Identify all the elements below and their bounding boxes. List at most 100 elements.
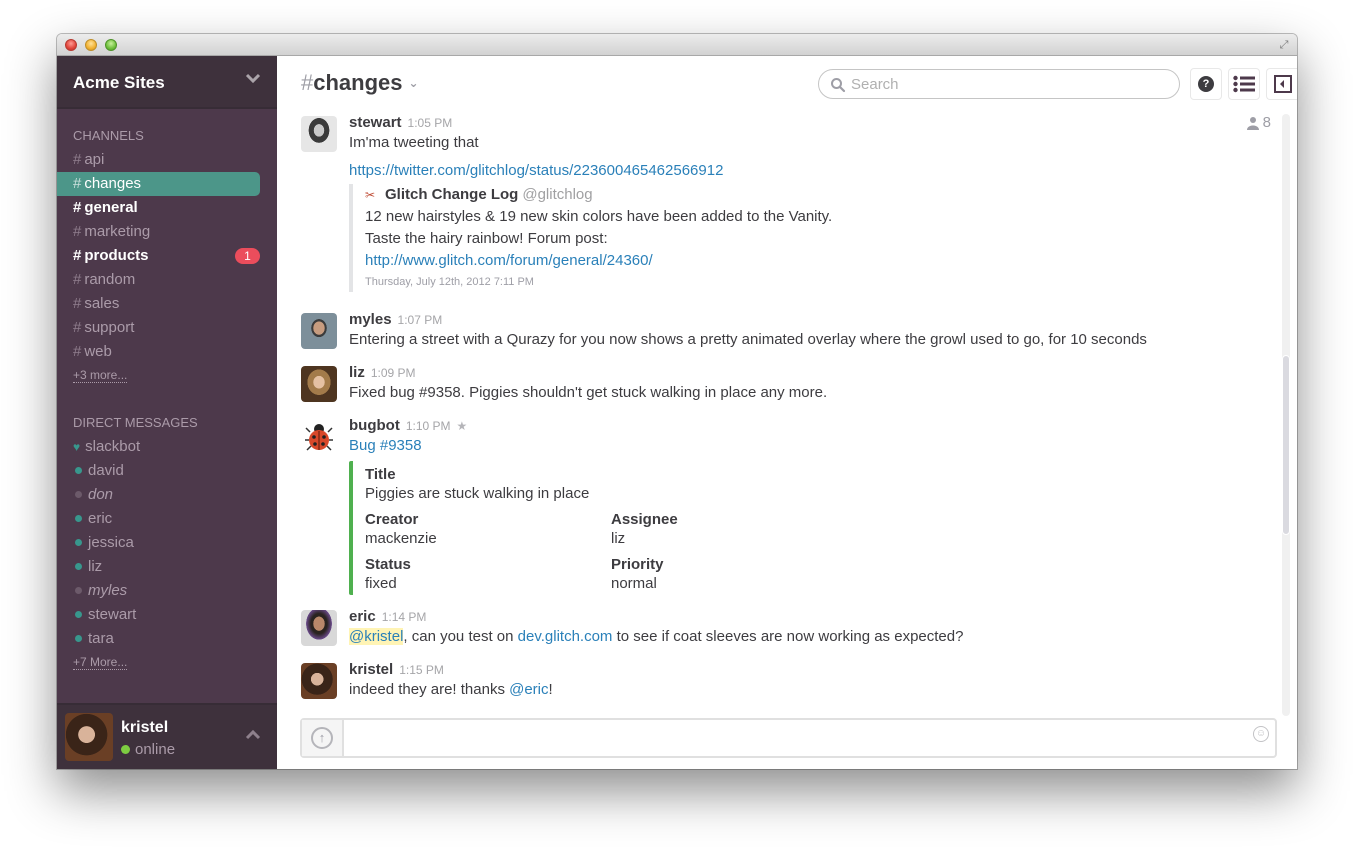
mention-eric[interactable]: @eric	[509, 681, 548, 698]
message-sender[interactable]: stewart	[349, 114, 402, 131]
attachment-author[interactable]: Glitch Change Log	[385, 186, 518, 203]
mention-kristel[interactable]: @kristel	[349, 628, 404, 645]
message-text-part: indeed they are! thanks	[349, 681, 510, 698]
toggle-flexpane-button[interactable]	[1266, 68, 1297, 100]
channel-name: marketing	[84, 223, 151, 240]
fullscreen-arrows-icon[interactable]: ⤢	[1277, 38, 1291, 52]
hash-icon: #	[73, 295, 82, 312]
forum-link[interactable]: http://www.glitch.com/forum/general/2436…	[365, 252, 653, 269]
message-timestamp[interactable]: 1:07 PM	[398, 313, 443, 327]
sidebar-item-support[interactable]: # support	[57, 316, 260, 340]
presence-away-icon	[75, 587, 82, 594]
chevron-up-icon[interactable]	[245, 727, 261, 748]
avatar-kristel[interactable]	[301, 663, 337, 699]
avatar-stewart[interactable]	[301, 116, 337, 152]
search-box[interactable]	[818, 69, 1180, 99]
field-label-title: Title	[365, 466, 396, 483]
attachment-footer: Thursday, July 12th, 2012 7:11 PM	[365, 276, 534, 288]
sidebar-item-sales[interactable]: # sales	[57, 292, 260, 316]
bug-link[interactable]: Bug #9358	[349, 437, 422, 454]
app-window: ⤢ Acme Sites CHANNELS # api # changes # gen…	[57, 34, 1297, 769]
dm-name: liz	[88, 558, 103, 575]
hash-icon: #	[73, 175, 82, 192]
sidebar-item-api[interactable]: # api	[57, 148, 260, 172]
dm-name: tara	[88, 630, 114, 647]
title-bar: ⤢	[57, 34, 1297, 56]
user-menu[interactable]: kristel online	[57, 703, 277, 769]
dm-item-eric[interactable]: eric	[57, 507, 277, 531]
more-channels-link[interactable]: +3 more...	[73, 368, 128, 383]
upload-arrow-icon: ↑	[311, 727, 333, 749]
message-input[interactable]	[350, 726, 1200, 750]
avatar-liz[interactable]	[301, 366, 337, 402]
field-label-creator: Creator	[365, 511, 419, 528]
message-sender[interactable]: kristel	[349, 661, 393, 678]
dm-item-tara[interactable]: tara	[57, 627, 277, 651]
message-timestamp[interactable]: 1:10 PM	[406, 419, 451, 433]
dm-item-david[interactable]: david	[57, 459, 277, 483]
search-input[interactable]	[851, 74, 1161, 94]
dm-item-myles[interactable]: myles	[57, 579, 277, 603]
message-timestamp[interactable]: 1:15 PM	[399, 663, 444, 677]
user-status-text: online	[135, 741, 176, 758]
message-sender[interactable]: bugbot	[349, 417, 400, 434]
dm-item-stewart[interactable]: stewart	[57, 603, 277, 627]
sidebar-item-general[interactable]: # general	[57, 196, 260, 220]
message-sender[interactable]: myles	[349, 311, 392, 328]
message-timestamp[interactable]: 1:05 PM	[408, 116, 453, 130]
channel-name: random	[84, 271, 136, 288]
tweet-link[interactable]: https://twitter.com/glitchlog/status/223…	[349, 162, 723, 179]
window-minimize-button[interactable]	[85, 39, 97, 51]
sidebar: Acme Sites CHANNELS # api # changes # gener…	[57, 56, 277, 769]
dm-item-liz[interactable]: liz	[57, 555, 277, 579]
dm-item-jessica[interactable]: jessica	[57, 531, 277, 555]
attachment-handle[interactable]: @glitchlog	[522, 186, 592, 203]
chevron-down-icon[interactable]: ⌄	[409, 76, 419, 90]
message: stewart 1:05 PM Im'ma tweeting that https…	[301, 114, 1261, 292]
dev-glitch-link[interactable]: dev.glitch.com	[518, 628, 613, 645]
hash-icon: #	[73, 151, 82, 168]
message-timestamp[interactable]: 1:09 PM	[371, 366, 416, 380]
channel-title-name: changes	[313, 70, 403, 95]
message: eric 1:14 PM @kristel, can you test on de…	[301, 608, 1261, 648]
direct-messages-section-title[interactable]: DIRECT MESSAGES	[57, 415, 277, 430]
sidebar-item-random[interactable]: # random	[57, 268, 260, 292]
presence-away-icon	[75, 491, 82, 498]
message-text: @kristel, can you test on dev.glitch.com…	[349, 626, 1261, 648]
more-dms-link[interactable]: +7 More...	[73, 655, 128, 670]
dm-item-slackbot[interactable]: ♥ slackbot	[57, 435, 277, 459]
avatar-bugbot[interactable]	[301, 419, 337, 455]
channel-list: # api # changes # general # marketing # produ…	[57, 148, 277, 364]
channel-title[interactable]: #changes ⌄	[301, 70, 419, 96]
team-menu[interactable]: Acme Sites	[57, 56, 277, 109]
unread-badge: 1	[235, 248, 260, 264]
scrollbar-thumb[interactable]	[1282, 355, 1290, 535]
glitch-logo-icon: ✂	[365, 188, 376, 202]
window-close-button[interactable]	[65, 39, 77, 51]
star-icon[interactable]: ★	[457, 419, 468, 433]
bug-attachment: Title Piggies are stuck walking in place…	[349, 461, 1261, 595]
sidebar-item-marketing[interactable]: # marketing	[57, 220, 260, 244]
channel-name: web	[84, 343, 112, 360]
message-sender[interactable]: eric	[349, 608, 376, 625]
help-button[interactable]: ?	[1190, 68, 1222, 100]
avatar-eric[interactable]	[301, 610, 337, 646]
sidebar-item-changes[interactable]: # changes	[57, 172, 260, 196]
message-sender[interactable]: liz	[349, 364, 365, 381]
team-name: Acme Sites	[73, 73, 165, 92]
channel-list-button[interactable]	[1228, 68, 1260, 100]
channels-section-title[interactable]: CHANNELS	[57, 128, 277, 143]
upload-button[interactable]: ↑	[302, 720, 344, 756]
user-status: online	[121, 741, 175, 758]
dm-item-don[interactable]: don	[57, 483, 277, 507]
hash-icon: #	[301, 70, 314, 95]
chevron-down-icon[interactable]	[245, 70, 261, 90]
message-text: Fixed bug #9358. Piggies shouldn't get s…	[349, 384, 828, 401]
user-avatar[interactable]	[65, 713, 113, 761]
window-maximize-button[interactable]	[105, 39, 117, 51]
avatar-myles[interactable]	[301, 313, 337, 349]
sidebar-item-web[interactable]: # web	[57, 340, 260, 364]
message-timestamp[interactable]: 1:14 PM	[382, 610, 427, 624]
emoji-icon[interactable]: ☺	[1253, 726, 1269, 742]
sidebar-item-products[interactable]: # products 1	[57, 244, 260, 268]
